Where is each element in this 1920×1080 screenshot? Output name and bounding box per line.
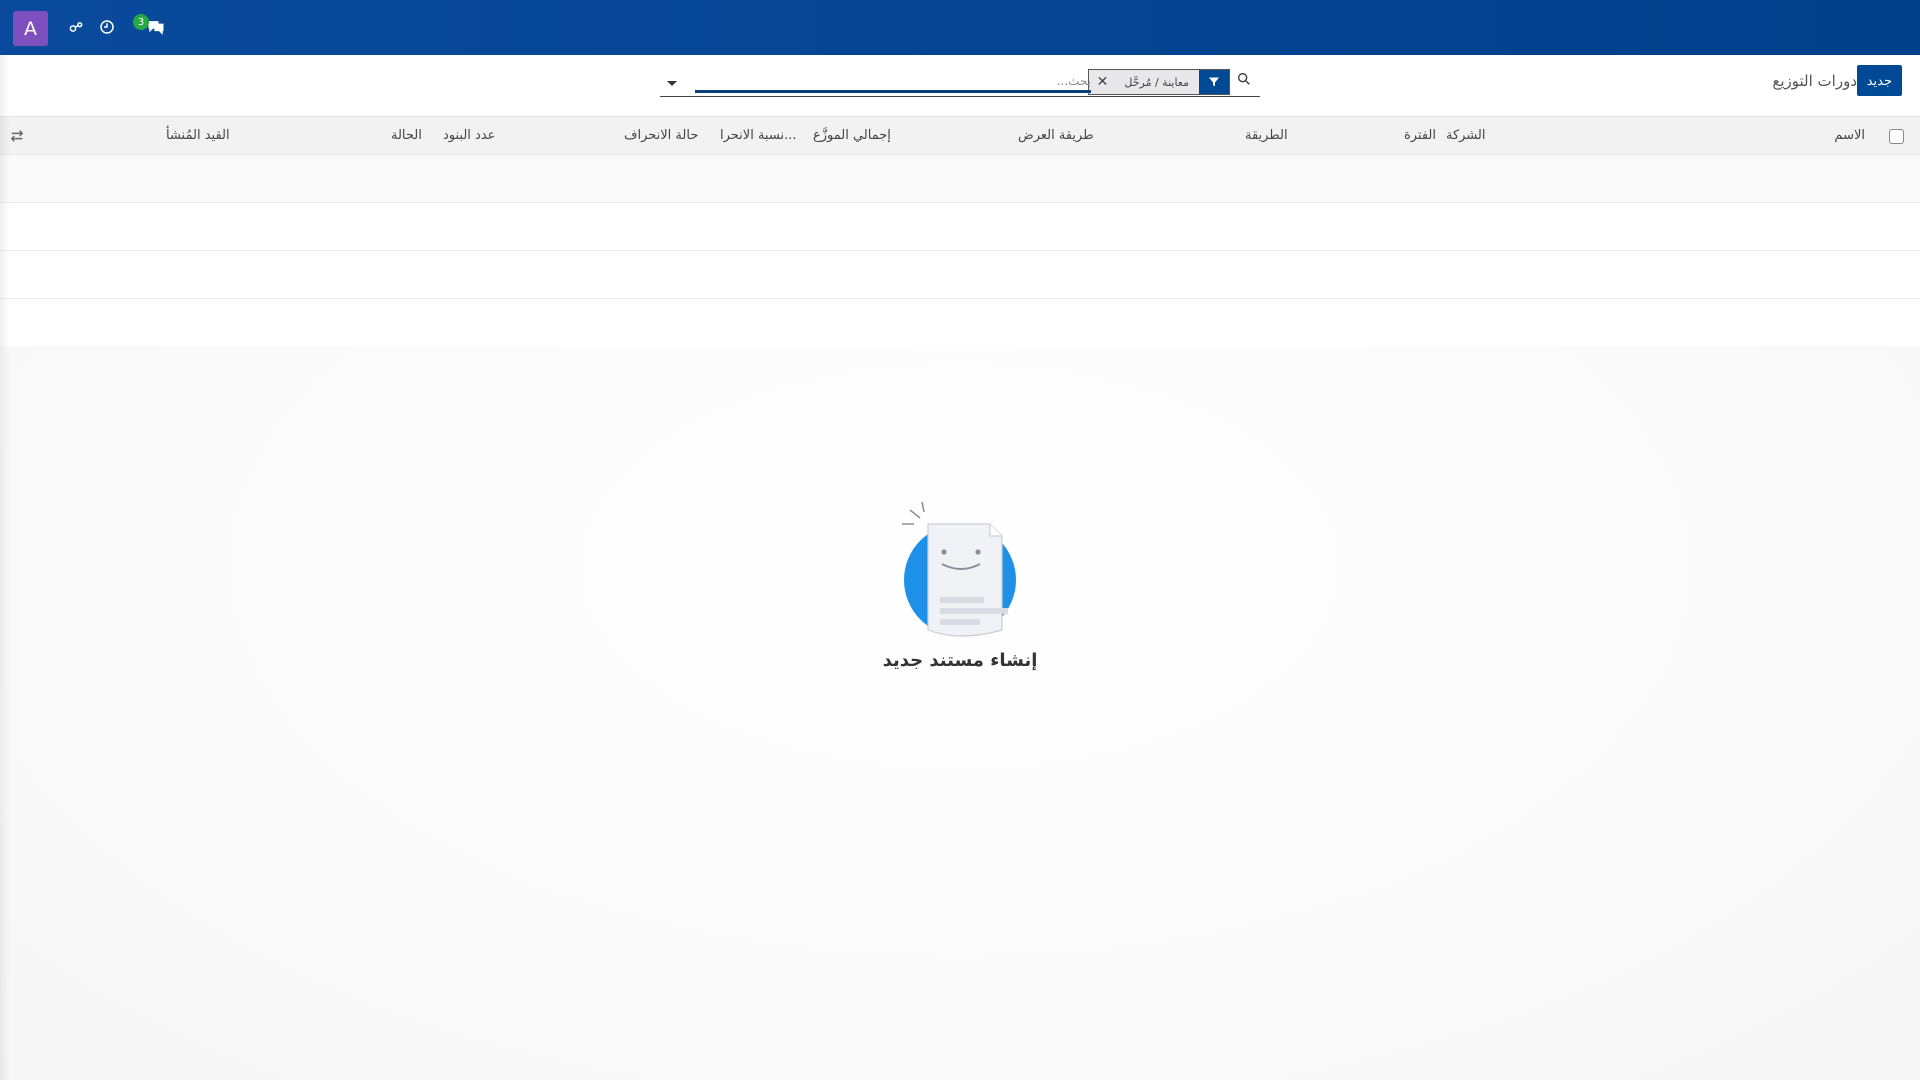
column-period[interactable]: الفترة xyxy=(1404,128,1436,143)
empty-state-area xyxy=(0,346,1920,1080)
empty-document-illustration xyxy=(898,501,1022,642)
filter-icon xyxy=(1199,70,1229,94)
search-bar: معاينة / مُرحَّل ✕ xyxy=(660,67,1260,97)
search-facet: معاينة / مُرحَّل ✕ xyxy=(1087,69,1230,95)
clock-icon[interactable] xyxy=(95,15,119,39)
column-line-count[interactable]: عدد البنود xyxy=(443,128,495,143)
left-edge-shadow xyxy=(0,55,10,1080)
list-table-header: الاسم الفترة الشركة الطريقة طريقة العرض … xyxy=(0,117,1920,155)
control-panel: جديد دورات التوزيع معاينة / مُرحَّل ✕ xyxy=(0,55,1920,117)
empty-state-title: إنشاء مستند جديد xyxy=(882,650,1038,671)
column-name[interactable]: الاسم xyxy=(1834,128,1865,143)
search-icon[interactable] xyxy=(1236,71,1254,89)
new-button[interactable]: جديد xyxy=(1856,65,1902,96)
chat-count-badge: 3 xyxy=(133,14,149,30)
column-total-distributed[interactable]: إجمالي الموزَّع xyxy=(813,128,891,143)
empty-table-row xyxy=(0,155,1920,203)
user-avatar[interactable]: A xyxy=(13,11,48,46)
column-company[interactable]: الشركة xyxy=(1446,128,1486,143)
search-input[interactable] xyxy=(695,71,1091,93)
column-created-entry[interactable]: القيد المُنشأ xyxy=(166,128,230,143)
select-all-checkbox[interactable] xyxy=(1889,129,1904,144)
top-navbar: A 3 xyxy=(0,0,1920,55)
column-method[interactable]: الطريقة xyxy=(1245,128,1288,143)
empty-table-row xyxy=(0,299,1920,347)
page-title: دورات التوزيع xyxy=(1772,72,1857,90)
empty-table-row xyxy=(0,203,1920,251)
empty-table-row xyxy=(0,251,1920,299)
search-dropdown-caret-icon[interactable] xyxy=(666,74,680,88)
column-display-method[interactable]: طريقة العرض xyxy=(1018,128,1094,143)
column-status[interactable]: الحالة xyxy=(391,128,422,143)
column-deviation-status[interactable]: حالة الانحراف xyxy=(624,128,698,143)
settings-share-icon[interactable] xyxy=(64,15,88,39)
facet-label: معاينة / مُرحَّل xyxy=(1114,70,1199,94)
facet-close-icon[interactable]: ✕ xyxy=(1088,70,1115,94)
column-deviation-percent[interactable]: نسبة الانحرا... xyxy=(720,128,796,143)
optional-columns-toggle-icon[interactable] xyxy=(10,128,26,144)
